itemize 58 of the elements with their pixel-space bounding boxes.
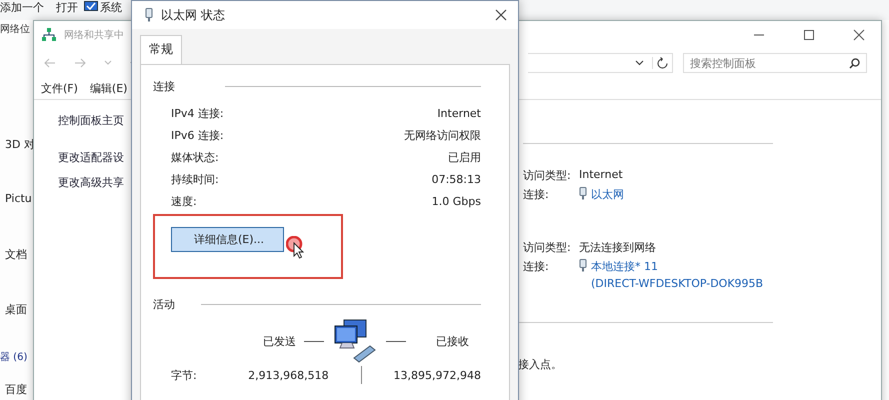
close-icon[interactable] bbox=[853, 29, 865, 41]
menu-item[interactable]: 编辑(E) bbox=[90, 80, 128, 96]
network-icon bbox=[42, 28, 56, 42]
search-field[interactable]: 搜索控制面板 bbox=[683, 53, 867, 73]
field-label: 字节: bbox=[171, 368, 198, 382]
connection-link[interactable]: 本地连接* 11 bbox=[591, 259, 764, 274]
field-value: 07:58:13 bbox=[432, 172, 481, 186]
sidebar-item[interactable]: 百度 bbox=[5, 382, 27, 397]
description-text: 接入点。 bbox=[518, 357, 563, 372]
sent-label: 已发送 bbox=[263, 334, 296, 348]
field-label: IPv6 连接: bbox=[171, 128, 224, 142]
field-label: 速度: bbox=[171, 194, 197, 208]
ethernet-plug-icon bbox=[579, 187, 587, 200]
chevron-down-icon[interactable] bbox=[635, 60, 644, 66]
close-icon[interactable] bbox=[495, 9, 507, 21]
refresh-icon[interactable] bbox=[652, 57, 668, 69]
window-title: 网络和共享中 bbox=[64, 28, 124, 42]
ribbon-label[interactable]: 系统 bbox=[100, 0, 122, 14]
field-value: 1.0 Gbps bbox=[432, 194, 481, 208]
group-title: 连接 bbox=[153, 79, 175, 94]
field-label: 连接: bbox=[523, 187, 550, 202]
field-value: Internet bbox=[437, 106, 481, 120]
sidebar-item[interactable]: 3D 对 bbox=[5, 137, 35, 152]
sidebar-item[interactable]: Pictu bbox=[5, 192, 32, 205]
bytes-sent-value: 2,913,968,518 bbox=[248, 368, 329, 382]
search-icon bbox=[849, 58, 860, 69]
maximize-icon[interactable] bbox=[803, 29, 815, 41]
ribbon-label[interactable]: 打开 bbox=[56, 0, 78, 14]
field-label: 持续时间: bbox=[171, 172, 219, 186]
menu-item[interactable]: 文件(F) bbox=[41, 80, 78, 96]
field-label: IPv4 连接: bbox=[171, 106, 224, 120]
ethernet-plug-icon bbox=[145, 8, 153, 22]
sidebar-link[interactable]: 控制面板主页 bbox=[58, 113, 132, 128]
sidebar-item[interactable]: 桌面 bbox=[5, 302, 27, 317]
field-label: 访问类型: bbox=[523, 240, 572, 255]
sidebar-group-header[interactable]: 器 (6) bbox=[0, 350, 28, 364]
connection-link[interactable]: 以太网 bbox=[591, 187, 624, 202]
field-value: 已启用 bbox=[448, 150, 481, 164]
access-type-value: 无法连接到网络 bbox=[579, 240, 657, 255]
networked-computers-icon bbox=[332, 318, 378, 364]
details-button[interactable]: 详细信息(E)... bbox=[171, 227, 284, 252]
received-label: 已接收 bbox=[436, 334, 469, 348]
location-label: 网络位 bbox=[0, 23, 30, 36]
field-label: 访问类型: bbox=[523, 168, 572, 183]
sidebar-item[interactable]: 文档 bbox=[5, 247, 27, 262]
ribbon-label[interactable]: 添加一个 bbox=[0, 0, 44, 14]
access-type-value: Internet bbox=[579, 168, 624, 183]
ethernet-plug-icon bbox=[579, 259, 587, 272]
field-label: 连接: bbox=[523, 259, 550, 275]
field-label: 媒体状态: bbox=[171, 150, 219, 164]
sidebar-link[interactable]: 更改适配器设 bbox=[58, 150, 132, 165]
group-title: 活动 bbox=[153, 297, 175, 312]
bytes-received-value: 13,895,972,948 bbox=[394, 368, 481, 382]
field-value: 无网络访问权限 bbox=[404, 128, 481, 142]
dialog-title: 以太网 状态 bbox=[161, 6, 225, 24]
sidebar-link[interactable]: 更改高级共享 bbox=[58, 175, 132, 190]
connection-link[interactable]: (DIRECT-WFDESKTOP-DOK995B bbox=[591, 277, 764, 290]
tab[interactable]: 常规 bbox=[140, 35, 182, 64]
